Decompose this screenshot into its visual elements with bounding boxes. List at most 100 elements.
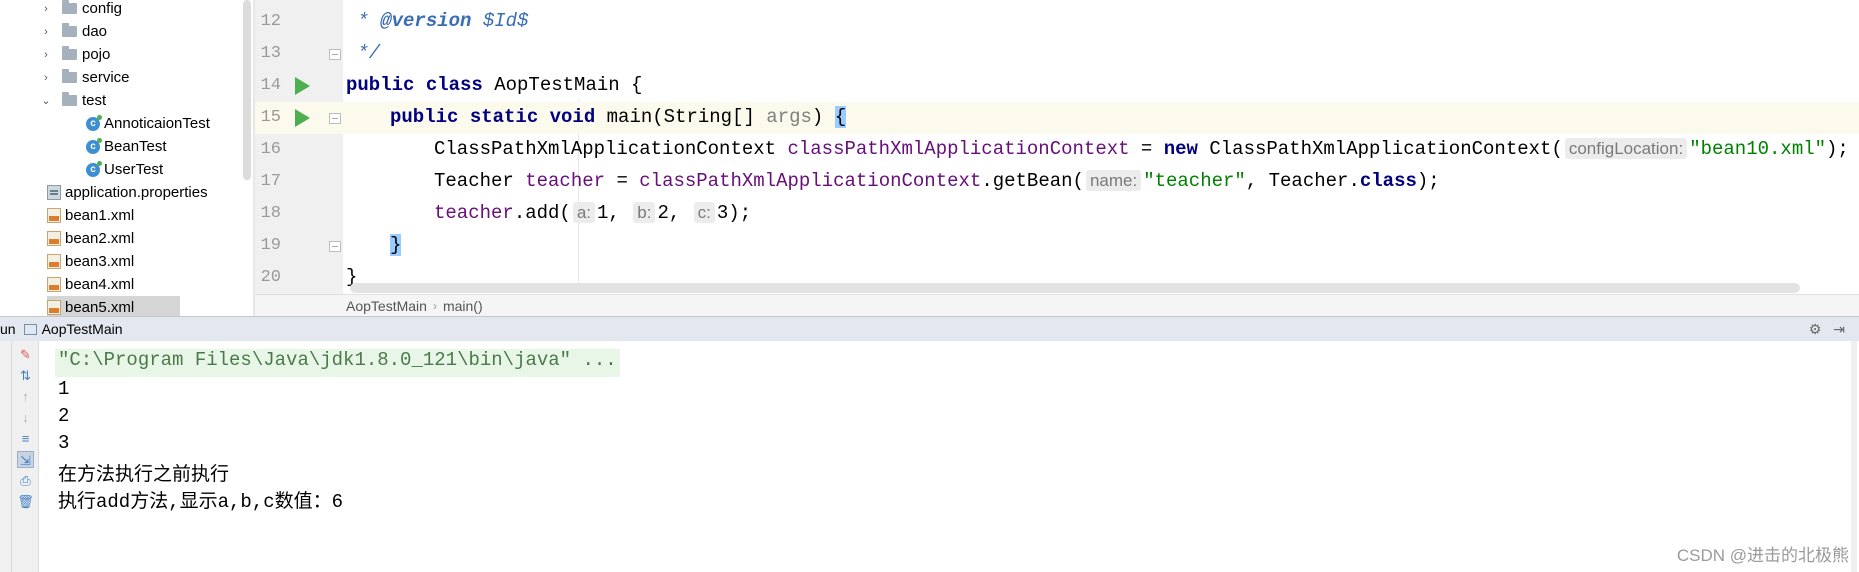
up-arrow-icon[interactable]: ↑ [17,388,34,405]
tree-item-label: bean2.xml [65,230,135,247]
tree-item-label: service [82,69,130,86]
tree-item-label: bean4.xml [65,276,135,293]
sort-icon[interactable]: ⇅ [17,367,34,384]
code-editor[interactable]: 12 * @version $Id$ 13 */ 14 public class… [255,0,1859,294]
code-line-16[interactable]: 16 ClassPathXmlApplicationContext classP… [255,134,1859,166]
console-line: "C:\Program Files\Java\jdk1.8.0_121\bin\… [55,349,620,377]
line-number: 13 [260,44,281,63]
run-config-icon [23,323,37,335]
java-class-icon: c [86,160,102,177]
expand-arrow-icon[interactable]: › [40,49,52,61]
xml-file-icon [47,277,61,292]
tree-item-application-properties[interactable]: application.properties [47,181,208,204]
tree-item-label: bean3.xml [65,253,135,270]
run-toolbar: ✎ ⇅ ↑ ↓ ≡ ⇲ ⎙ 🗑 [12,341,39,572]
code-text[interactable]: teacher.add(a: 1, b: 2, c: 3); [434,202,751,224]
java-class-icon: c [86,137,102,154]
tree-item-bean1-xml[interactable]: bean1.xml [47,204,134,227]
code-line-15[interactable]: 15 public static void main(String[] args… [255,102,1859,134]
tree-item-label: dao [82,23,108,40]
tree-item-bean5-xml[interactable]: bean5.xml [47,296,180,316]
tree-item-bean3-xml[interactable]: bean3.xml [47,250,134,273]
run-window-tools: ⚙ ⇥ [1809,321,1845,338]
code-line-14[interactable]: 14 public class AopTestMain { [255,70,1859,102]
tree-item-test[interactable]: ⌄ test [40,89,106,112]
console-line: 1 [58,378,70,400]
breadcrumb-separator: › [432,298,437,313]
hide-panel-icon[interactable]: ⇥ [1833,321,1845,338]
fold-icon[interactable] [329,113,341,124]
xml-file-icon [47,300,61,315]
breadcrumb: AopTestMain › main() [255,294,1859,316]
code-text[interactable]: public class AopTestMain { [346,74,642,96]
run-class-icon[interactable] [295,77,310,95]
code-text[interactable]: } [390,234,402,256]
code-line-17[interactable]: 17 Teacher teacher = classPathXmlApplica… [255,166,1859,198]
settings-icon[interactable]: ⚙ [1809,321,1822,338]
soft-wrap-icon[interactable]: ≡ [17,430,34,447]
run-tab-label[interactable]: un [0,321,16,337]
java-class-icon: c [86,114,102,131]
rerun-icon[interactable]: ✎ [17,346,34,363]
console-line: 2 [58,405,70,427]
fold-icon[interactable] [329,49,341,60]
code-line-13[interactable]: 13 */ [255,38,1859,70]
xml-file-icon [47,254,61,269]
tree-item-pojo[interactable]: › pojo [40,43,110,66]
console-line: 在方法执行之前执行 [58,464,230,486]
expand-arrow-icon[interactable]: › [40,26,52,38]
expand-arrow-icon[interactable]: › [40,3,52,15]
run-window-header: un AopTestMain ⚙ ⇥ [0,316,1859,341]
collapse-arrow-icon[interactable]: ⌄ [40,94,52,107]
print-icon[interactable]: ⎙ [17,472,34,489]
line-number: 14 [260,76,281,95]
tree-item-config[interactable]: › config [40,0,122,20]
run-config-title[interactable]: AopTestMain [42,321,123,337]
console-output[interactable]: "C:\Program Files\Java\jdk1.8.0_121\bin\… [40,341,1859,572]
properties-file-icon [47,185,61,200]
breadcrumb-method[interactable]: main() [443,298,483,314]
code-line-12[interactable]: 12 * @version $Id$ [255,6,1859,38]
breadcrumb-class[interactable]: AopTestMain [346,298,427,314]
console-line: 3 [58,432,70,454]
line-number: 12 [260,12,281,31]
tree-item-label: bean5.xml [65,299,135,316]
editor-horizontal-scrollbar[interactable] [350,283,1800,293]
expand-arrow-icon[interactable]: › [40,72,52,84]
tree-scrollbar[interactable] [243,0,251,180]
tree-item-dao[interactable]: › dao [40,20,107,43]
tree-item-label: application.properties [65,184,208,201]
tree-item-bean2-xml[interactable]: bean2.xml [47,227,134,250]
tree-item-annoticaiontest[interactable]: c AnnoticaionTest [86,112,210,135]
fold-icon[interactable] [329,241,341,252]
tree-item-label: UserTest [104,161,164,178]
code-text[interactable]: ClassPathXmlApplicationContext classPath… [434,138,1849,160]
xml-file-icon [47,231,61,246]
console-scrollbar[interactable] [1851,341,1857,572]
tree-item-usertest[interactable]: c UserTest [86,158,163,181]
code-text[interactable]: * @version $Id$ [346,10,528,32]
tree-item-label: AnnoticaionTest [104,115,210,132]
folder-icon [62,46,77,60]
xml-file-icon [47,208,61,223]
tree-item-label: test [82,92,107,109]
line-number: 20 [260,268,281,287]
watermark: CSDN @进击的北极熊 [1676,546,1849,565]
trash-icon[interactable]: 🗑 [17,493,34,510]
scroll-to-end-icon[interactable]: ⇲ [17,451,34,468]
parameter-hint: name: [1085,170,1142,191]
code-line-19[interactable]: 19 } [255,230,1859,262]
code-text[interactable]: */ [346,42,380,64]
run-method-icon[interactable] [295,109,310,127]
tree-item-service[interactable]: › service [40,66,130,89]
tree-item-bean4-xml[interactable]: bean4.xml [47,273,134,296]
line-number: 15 [260,108,281,127]
down-arrow-icon[interactable]: ↓ [17,409,34,426]
code-line-18[interactable]: 18 teacher.add(a: 1, b: 2, c: 3); [255,198,1859,230]
code-text[interactable]: Teacher teacher = classPathXmlApplicatio… [434,170,1440,192]
tree-item-beantest[interactable]: c BeanTest [86,135,167,158]
folder-icon [62,0,77,14]
code-text[interactable]: public static void main(String[] args) { [390,106,847,128]
tree-item-label: config [82,0,123,17]
console-line: 执行add方法,显示a,b,c数值：6 [58,491,344,513]
